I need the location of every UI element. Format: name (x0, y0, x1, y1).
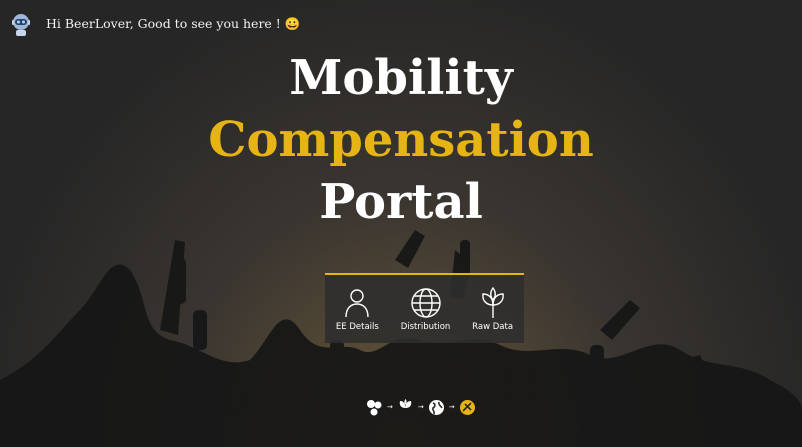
leaf-icon (481, 287, 504, 318)
page-title-line1: Mobility (289, 50, 513, 106)
arrow-glyph: → (387, 403, 393, 411)
nav-panel: EE Details Distribution Raw Data (325, 273, 524, 343)
greeting-bar: Hi BeerLover, Good to see you here ! 😀 (8, 10, 300, 38)
process-flow: → → → (366, 397, 476, 417)
arrow-glyph: → (417, 403, 424, 411)
page-title-line2: Compensation (208, 112, 594, 168)
nav-item-distribution[interactable]: Distribution (400, 287, 451, 332)
nav-item-label: Distribution (400, 322, 451, 332)
nav-item-label: Raw Data (472, 322, 514, 332)
nav-item-raw-data[interactable]: Raw Data (472, 287, 513, 332)
leaf-icon (399, 398, 412, 415)
arrow-glyph: → (448, 403, 455, 411)
robot-avatar-icon (12, 14, 30, 36)
person-icon (345, 289, 370, 318)
greeting-text: Hi BeerLover, Good to see you here ! 😀 (46, 16, 301, 31)
clusters-icon (367, 399, 382, 415)
logo-icon (459, 399, 475, 415)
page-title-line3: Portal (319, 174, 483, 230)
globe-icon (410, 288, 441, 318)
globe-icon (428, 399, 444, 415)
nav-item-label: EE Details (335, 322, 379, 332)
nav-item-ee-details[interactable]: EE Details (336, 287, 379, 332)
